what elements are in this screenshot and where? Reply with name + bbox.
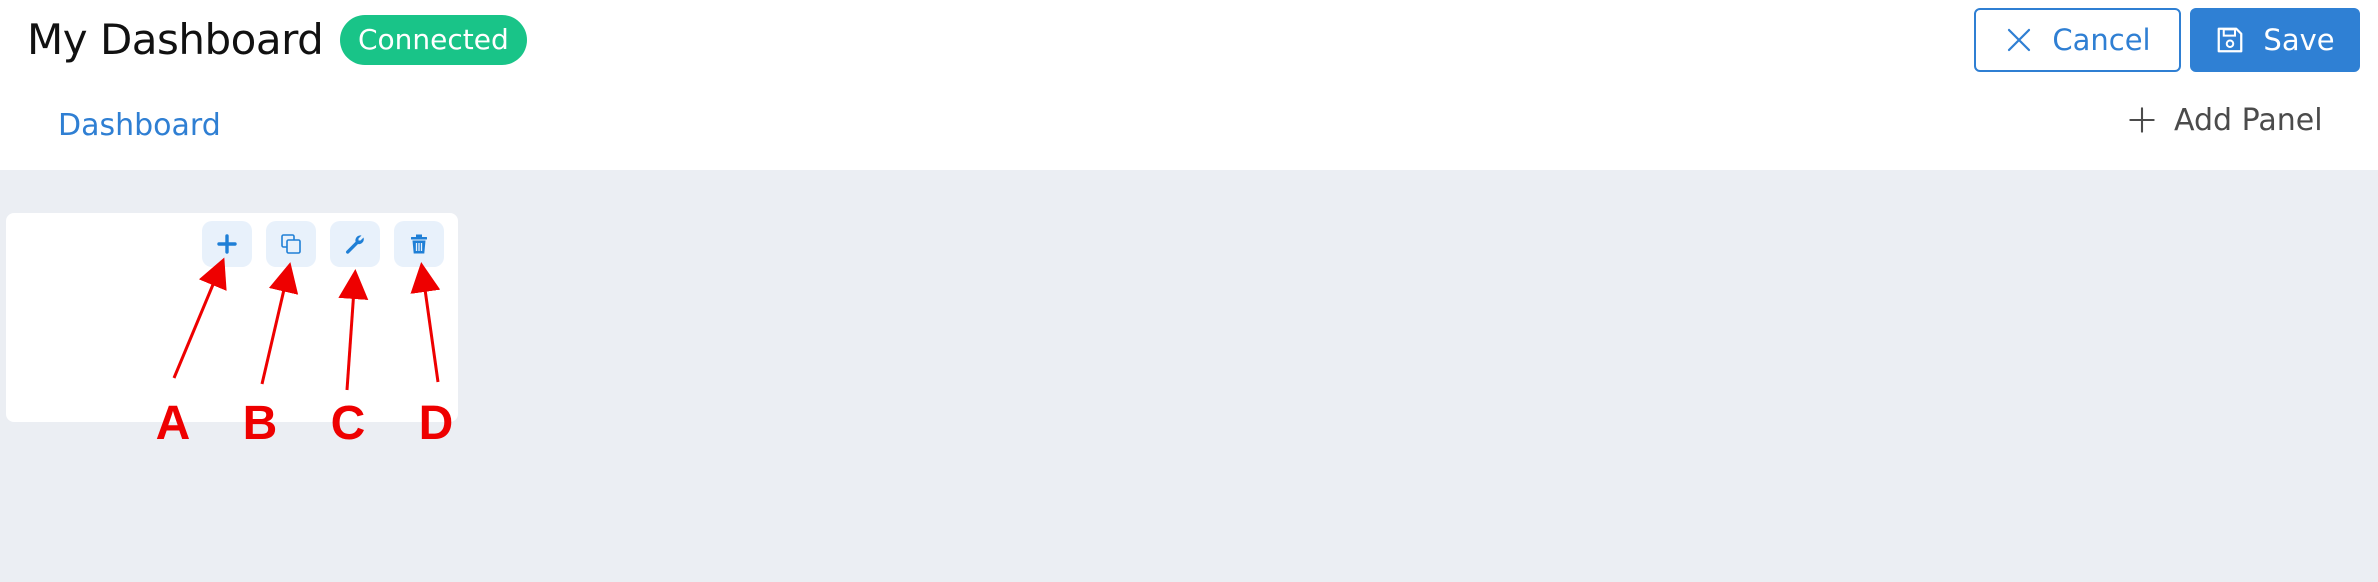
add-panel-button[interactable]: Add Panel bbox=[2128, 98, 2323, 142]
save-button[interactable]: Save bbox=[2190, 8, 2360, 72]
panel-delete-button[interactable] bbox=[394, 221, 444, 267]
annotation-label-c: C bbox=[330, 397, 366, 450]
plus-icon bbox=[217, 234, 237, 254]
wrench-icon bbox=[346, 235, 364, 254]
annotation-label-d: D bbox=[418, 397, 454, 450]
panel-add-button[interactable] bbox=[202, 221, 252, 267]
top-bar: My Dashboard Connected Cancel Save Dashb… bbox=[0, 0, 2378, 170]
annotation-label-a: A bbox=[155, 397, 191, 450]
panel-duplicate-button[interactable] bbox=[266, 221, 316, 267]
close-icon bbox=[2008, 28, 2031, 52]
copy-icon bbox=[281, 234, 301, 254]
plus-icon bbox=[2129, 107, 2155, 133]
panel-edit-button[interactable] bbox=[330, 221, 380, 267]
annotation-label-b: B bbox=[242, 397, 278, 450]
save-button-label: Save bbox=[2263, 23, 2335, 57]
save-icon bbox=[2218, 27, 2243, 53]
page-title: My Dashboard bbox=[27, 15, 324, 64]
trash-icon bbox=[411, 234, 427, 254]
tab-dashboard[interactable]: Dashboard bbox=[58, 106, 221, 146]
add-panel-label: Add Panel bbox=[2174, 102, 2323, 138]
cancel-button[interactable]: Cancel bbox=[1974, 8, 2181, 72]
status-badge: Connected bbox=[340, 15, 527, 65]
dashboard-panel bbox=[6, 213, 458, 422]
cancel-button-label: Cancel bbox=[2052, 23, 2151, 57]
